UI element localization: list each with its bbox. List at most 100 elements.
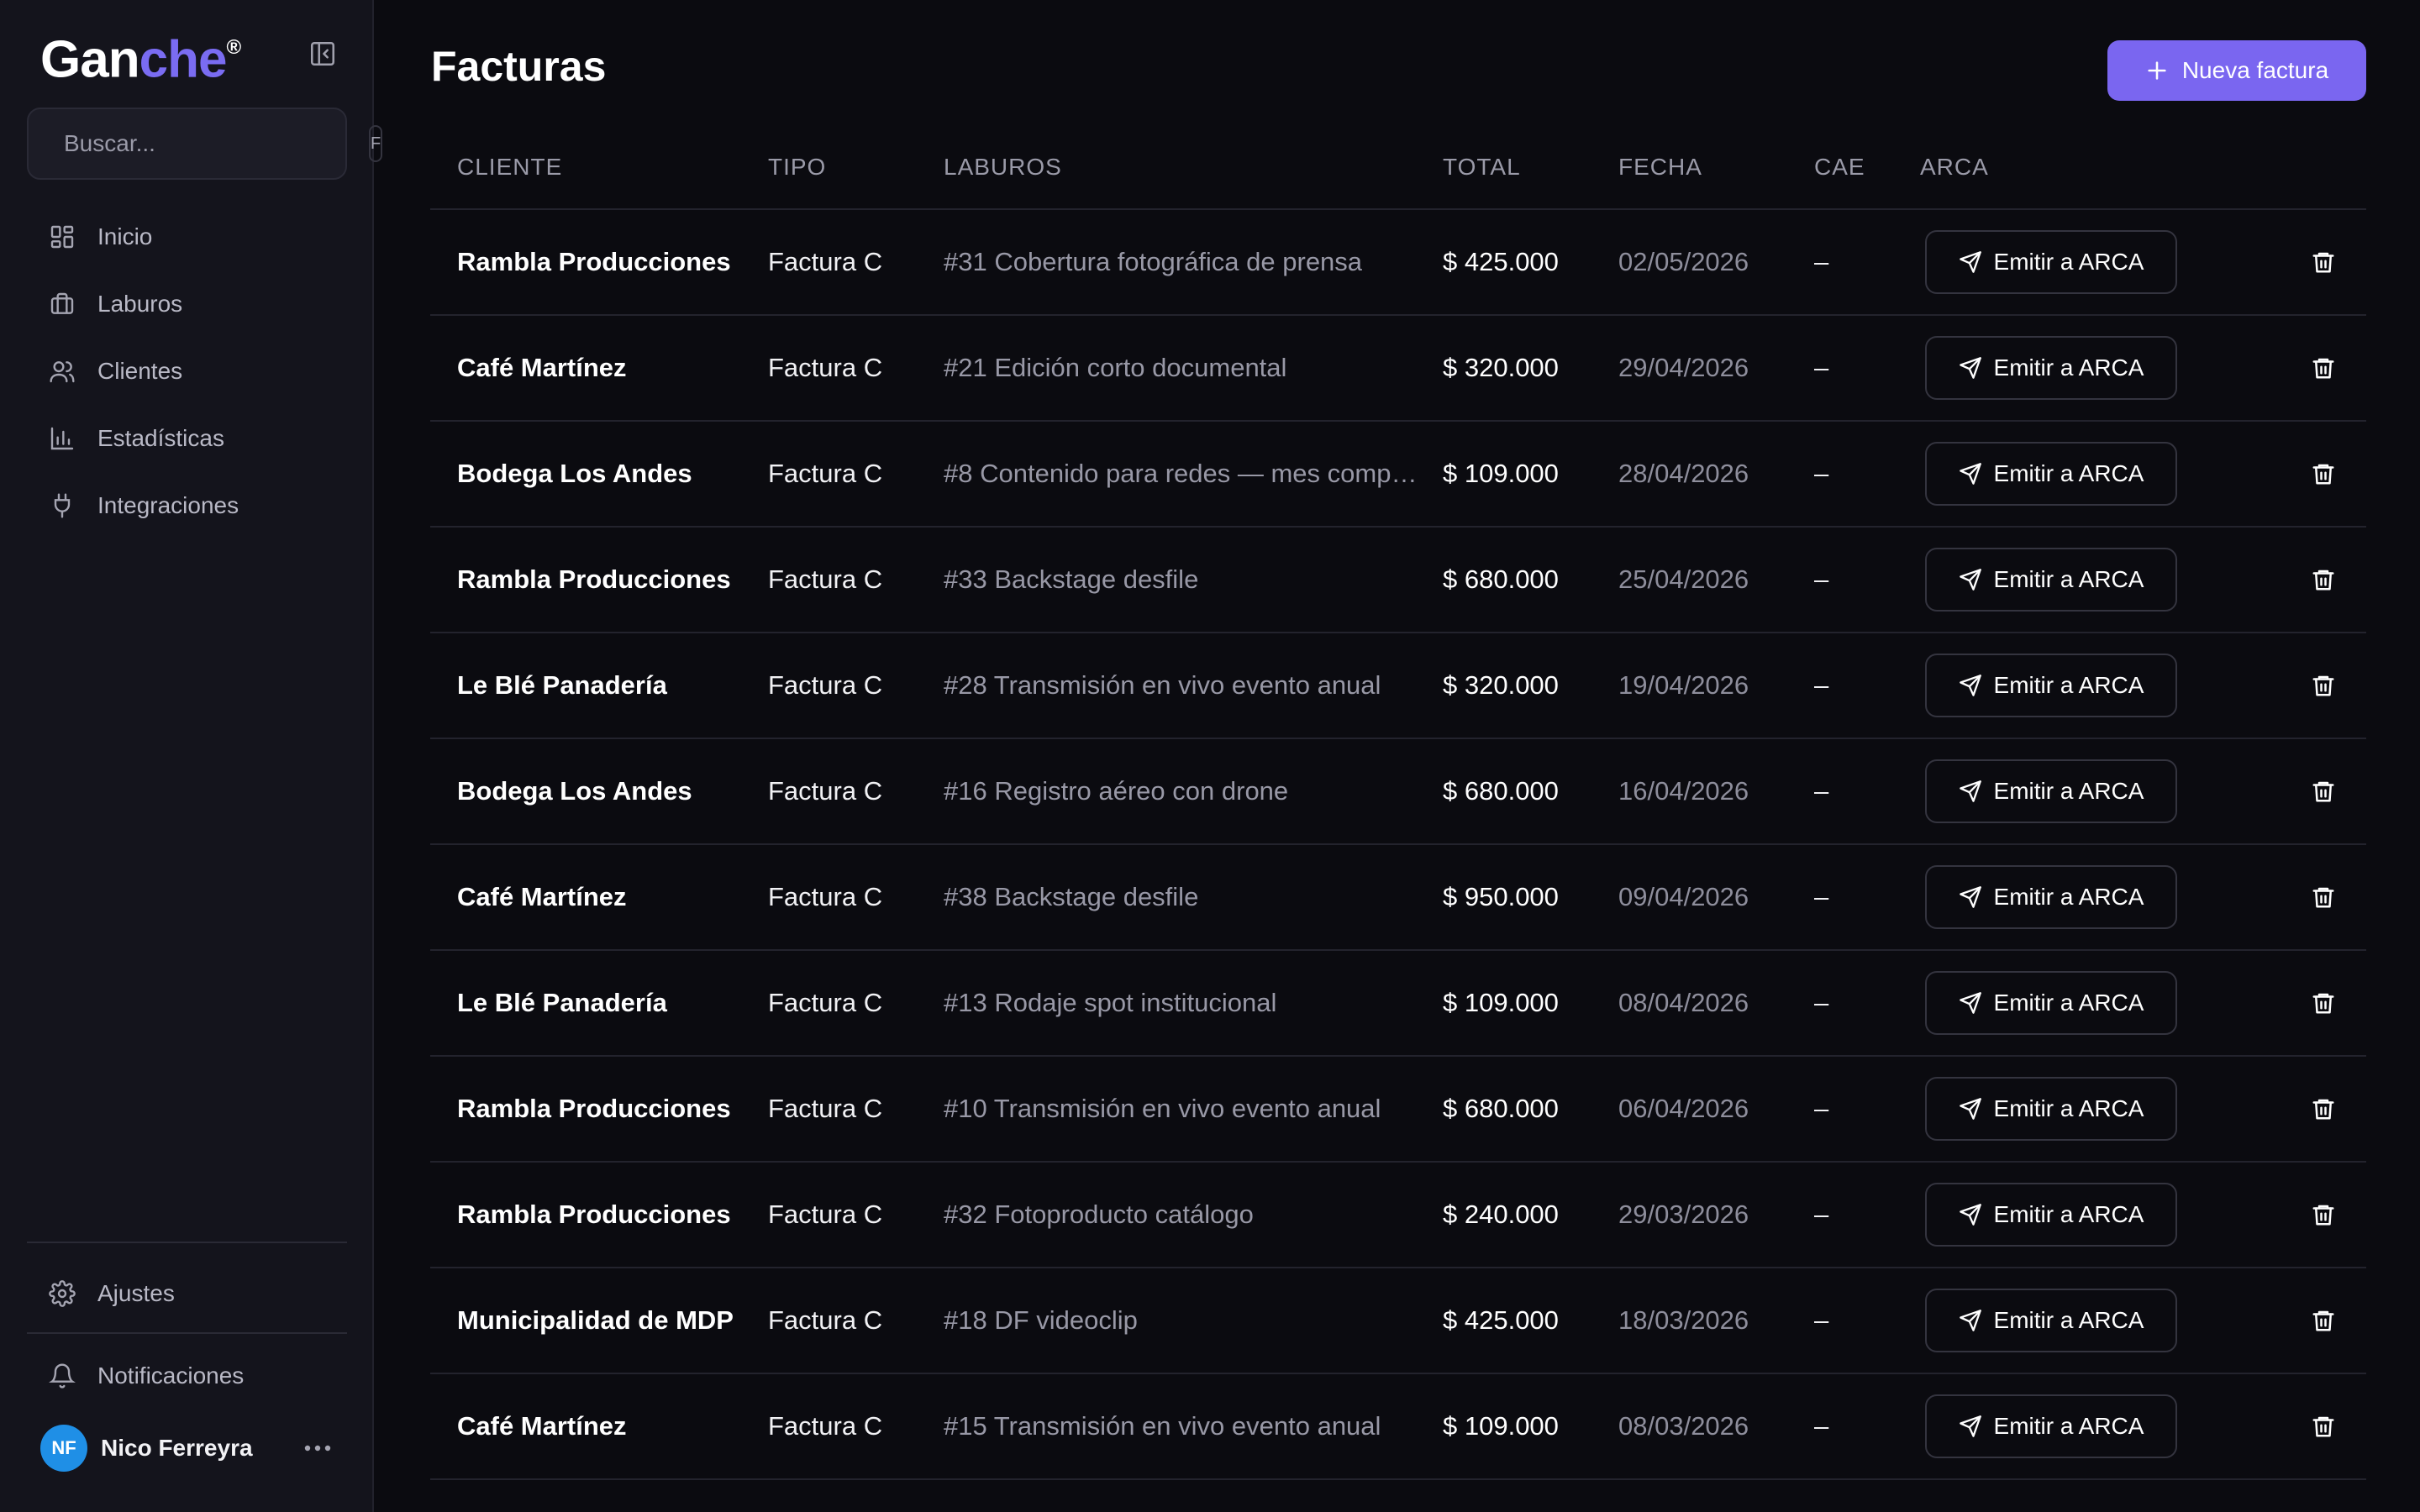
trash-icon <box>2312 781 2334 802</box>
table-row[interactable]: Rambla Producciones Factura C #31 Cobert… <box>430 209 2366 316</box>
cell-laburo[interactable]: #16 Registro aéreo con drone <box>944 738 1443 845</box>
table-row[interactable]: Le Blé Panadería Factura C #28 Transmisi… <box>430 633 2366 739</box>
cell-laburo[interactable]: #10 Transmisión en vivo evento anual <box>944 1056 1443 1163</box>
table-row[interactable]: Municipalidad de MDP Factura C #18 DF vi… <box>430 1268 2366 1374</box>
send-icon <box>1959 1204 1981 1226</box>
sidebar-item-notificaciones[interactable]: Notificaciones <box>27 1342 347 1410</box>
notifications-label: Notificaciones <box>97 1362 245 1389</box>
cell-laburo[interactable]: #13 Rodaje spot institucional <box>944 950 1443 1057</box>
cell-laburo[interactable]: #21 Edición corto documental <box>944 315 1443 422</box>
delete-button[interactable] <box>2303 665 2344 706</box>
cell-laburo[interactable]: #32 Fotoproducto catálogo <box>944 1162 1443 1268</box>
delete-button[interactable] <box>2303 1300 2344 1341</box>
cell-actions <box>2244 1056 2366 1163</box>
delete-button[interactable] <box>2303 348 2344 388</box>
cell-laburo[interactable]: #8 Contenido para redes — mes completo <box>944 421 1443 528</box>
notifications-nav-item[interactable]: Notificaciones <box>27 1342 347 1410</box>
column-header-laburos[interactable]: LABUROS <box>944 126 1443 210</box>
cell-actions <box>2244 950 2366 1057</box>
sidebar-item-ajustes[interactable]: Ajustes <box>27 1260 347 1327</box>
column-header-fecha[interactable]: FECHA <box>1618 126 1814 210</box>
trash-icon <box>2312 570 2334 591</box>
cell-tipo: Factura C <box>768 315 944 422</box>
sidebar: Ganche® F Inicio Laburos Clientes <box>0 0 383 1512</box>
cell-cliente: Café Martínez <box>430 844 768 951</box>
sidebar-divider <box>27 1332 347 1334</box>
cell-arca: Emitir a ARCA <box>1920 1056 2244 1163</box>
emit-arca-button[interactable]: Emitir a ARCA <box>1925 442 2177 506</box>
new-invoice-button[interactable]: Nueva factura <box>2107 40 2366 101</box>
table-row[interactable]: Rambla Producciones Factura C #32 Fotopr… <box>430 1162 2366 1268</box>
send-icon <box>1959 1415 1981 1437</box>
emit-arca-button[interactable]: Emitir a ARCA <box>1925 759 2177 823</box>
cell-total: $ 425.000 <box>1443 209 1618 316</box>
trash-icon <box>2312 358 2334 379</box>
cell-arca: Emitir a ARCA <box>1920 633 2244 739</box>
table-row[interactable]: Bodega Los Andes Factura C #16 Registro … <box>430 738 2366 845</box>
column-header-cliente[interactable]: CLIENTE <box>430 126 768 210</box>
column-header-arca[interactable]: ARCA <box>1920 126 2244 210</box>
search-box[interactable]: F <box>27 108 383 180</box>
delete-button[interactable] <box>2303 1406 2344 1446</box>
cell-tipo: Factura C <box>768 209 944 316</box>
emit-arca-button[interactable]: Emitir a ARCA <box>1925 336 2177 400</box>
cell-cliente: Rambla Producciones <box>430 209 768 316</box>
column-header-cae[interactable]: CAE <box>1814 126 1920 210</box>
table-row[interactable]: Café Martínez Factura C #38 Backstage de… <box>430 844 2366 951</box>
cell-total: $ 680.000 <box>1443 1056 1618 1163</box>
delete-button[interactable] <box>2303 454 2344 494</box>
delete-button[interactable] <box>2303 1194 2344 1235</box>
cell-actions <box>2244 738 2366 845</box>
emit-arca-button[interactable]: Emitir a ARCA <box>1925 230 2177 294</box>
column-header-total[interactable]: TOTAL <box>1443 126 1618 210</box>
table-row[interactable]: Café Martínez Factura C #15 Transmisión … <box>430 1373 2366 1480</box>
cell-laburo[interactable]: #31 Cobertura fotográfica de prensa <box>944 209 1443 316</box>
emit-arca-button[interactable]: Emitir a ARCA <box>1925 1183 2177 1247</box>
emit-arca-button[interactable]: Emitir a ARCA <box>1925 1289 2177 1352</box>
send-icon <box>1959 1098 1981 1120</box>
collapse-sidebar-button[interactable] <box>306 37 339 71</box>
plus-icon <box>2148 61 2166 80</box>
emit-arca-label: Emitir a ARCA <box>1993 1095 2144 1121</box>
emit-arca-button[interactable]: Emitir a ARCA <box>1925 1077 2177 1141</box>
delete-button[interactable] <box>2303 771 2344 811</box>
sidebar-item-laburos[interactable]: Laburos <box>27 270 347 338</box>
cell-actions <box>2244 315 2366 422</box>
cell-fecha: 29/04/2026 <box>1618 315 1814 422</box>
table-row[interactable]: Rambla Producciones Factura C #10 Transm… <box>430 1056 2366 1163</box>
delete-button[interactable] <box>2303 983 2344 1023</box>
search-input[interactable] <box>62 129 369 158</box>
delete-button[interactable] <box>2303 559 2344 600</box>
emit-arca-button[interactable]: Emitir a ARCA <box>1925 865 2177 929</box>
column-header-tipo[interactable]: TIPO <box>768 126 944 210</box>
emit-arca-button[interactable]: Emitir a ARCA <box>1925 654 2177 717</box>
cell-actions <box>2244 633 2366 739</box>
emit-arca-button[interactable]: Emitir a ARCA <box>1925 971 2177 1035</box>
cell-cliente: Rambla Producciones <box>430 527 768 633</box>
sidebar-item-clientes[interactable]: Clientes <box>27 338 347 405</box>
cell-laburo[interactable]: #33 Backstage desfile <box>944 527 1443 633</box>
table-row[interactable]: Café Martínez Factura C #21 Edición cort… <box>430 315 2366 422</box>
cell-laburo[interactable]: #38 Backstage desfile <box>944 844 1443 951</box>
user-menu-button[interactable] <box>301 1431 334 1465</box>
sidebar-item-inicio[interactable]: Inicio <box>27 203 347 270</box>
cell-fecha: 06/04/2026 <box>1618 1056 1814 1163</box>
table-row[interactable]: Le Blé Panadería Factura C #13 Rodaje sp… <box>430 950 2366 1057</box>
cell-laburo[interactable]: #28 Transmisión en vivo evento anual <box>944 633 1443 739</box>
cell-laburo[interactable]: #15 Transmisión en vivo evento anual <box>944 1373 1443 1480</box>
delete-button[interactable] <box>2303 242 2344 282</box>
cell-arca: Emitir a ARCA <box>1920 844 2244 951</box>
trash-icon <box>2312 675 2334 696</box>
cell-cliente: Rambla Producciones <box>430 1056 768 1163</box>
sidebar-item-integraciones[interactable]: Integraciones <box>27 472 347 539</box>
table-row[interactable]: Rambla Producciones Factura C #33 Backst… <box>430 527 2366 633</box>
delete-button[interactable] <box>2303 877 2344 917</box>
settings-nav-item[interactable]: Ajustes <box>27 1260 347 1327</box>
table-row[interactable]: Bodega Los Andes Factura C #8 Contenido … <box>430 421 2366 528</box>
emit-arca-button[interactable]: Emitir a ARCA <box>1925 548 2177 612</box>
delete-button[interactable] <box>2303 1089 2344 1129</box>
cell-laburo[interactable]: #18 DF videoclip <box>944 1268 1443 1374</box>
user-profile[interactable]: NF Nico Ferreyra <box>40 1425 334 1472</box>
sidebar-item-estadisticas[interactable]: Estadísticas <box>27 405 347 472</box>
emit-arca-button[interactable]: Emitir a ARCA <box>1925 1394 2177 1458</box>
